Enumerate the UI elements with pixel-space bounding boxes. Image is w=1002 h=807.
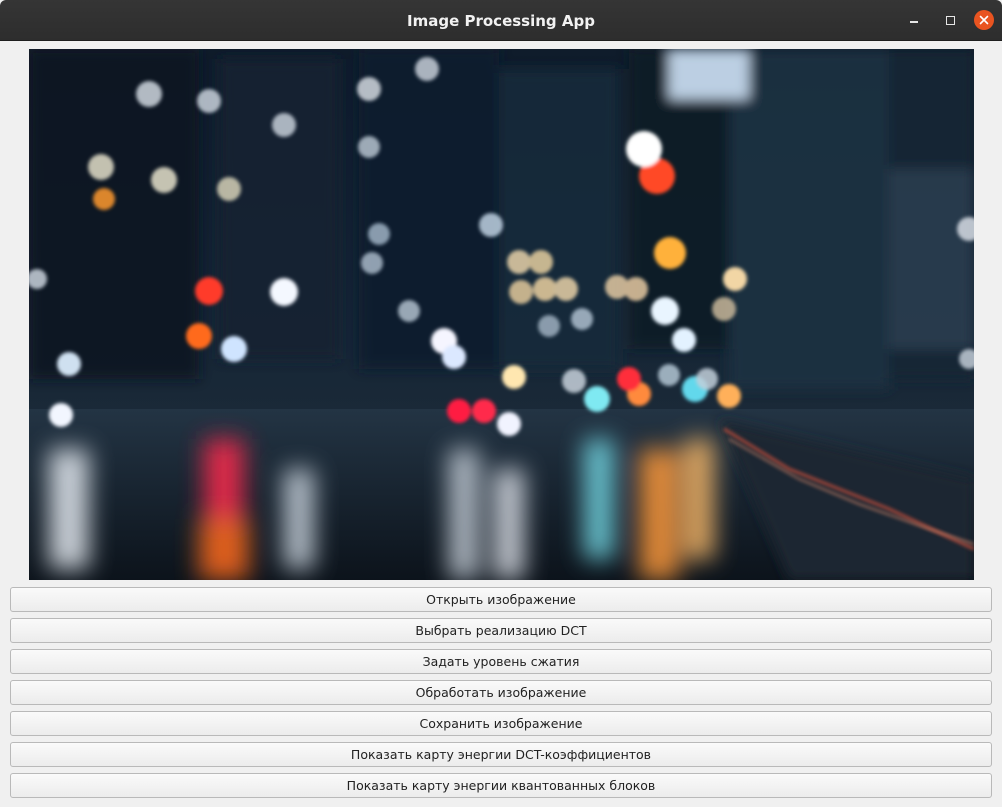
app-window: Image Processing App Открыть изображение… bbox=[0, 0, 1002, 807]
show-quantized-energy-map-button[interactable]: Показать карту энергии квантованных блок… bbox=[10, 773, 992, 798]
image-preview bbox=[29, 49, 974, 580]
close-icon bbox=[974, 10, 994, 30]
open-image-button[interactable]: Открыть изображение bbox=[10, 587, 992, 612]
process-image-label: Обработать изображение bbox=[415, 685, 587, 700]
select-dct-button[interactable]: Выбрать реализацию DCT bbox=[10, 618, 992, 643]
close-button[interactable] bbox=[973, 9, 995, 31]
minimize-icon bbox=[910, 21, 918, 23]
minimize-button[interactable] bbox=[903, 9, 925, 31]
save-image-label: Сохранить изображение bbox=[419, 716, 583, 731]
title-bar[interactable]: Image Processing App bbox=[0, 0, 1002, 41]
photo-illustration bbox=[29, 49, 974, 580]
process-image-button[interactable]: Обработать изображение bbox=[10, 680, 992, 705]
show-dct-energy-map-button[interactable]: Показать карту энергии DCT-коэффициентов bbox=[10, 742, 992, 767]
maximize-icon bbox=[945, 15, 955, 25]
set-compression-label: Задать уровень сжатия bbox=[422, 654, 580, 669]
set-compression-button[interactable]: Задать уровень сжатия bbox=[10, 649, 992, 674]
open-image-label: Открыть изображение bbox=[426, 592, 576, 607]
save-image-button[interactable]: Сохранить изображение bbox=[10, 711, 992, 736]
select-dct-label: Выбрать реализацию DCT bbox=[415, 623, 587, 638]
show-dct-energy-map-label: Показать карту энергии DCT-коэффициентов bbox=[350, 747, 652, 762]
maximize-button[interactable] bbox=[939, 9, 961, 31]
show-quantized-energy-map-label: Показать карту энергии квантованных блок… bbox=[346, 778, 656, 793]
window-title: Image Processing App bbox=[407, 12, 595, 30]
